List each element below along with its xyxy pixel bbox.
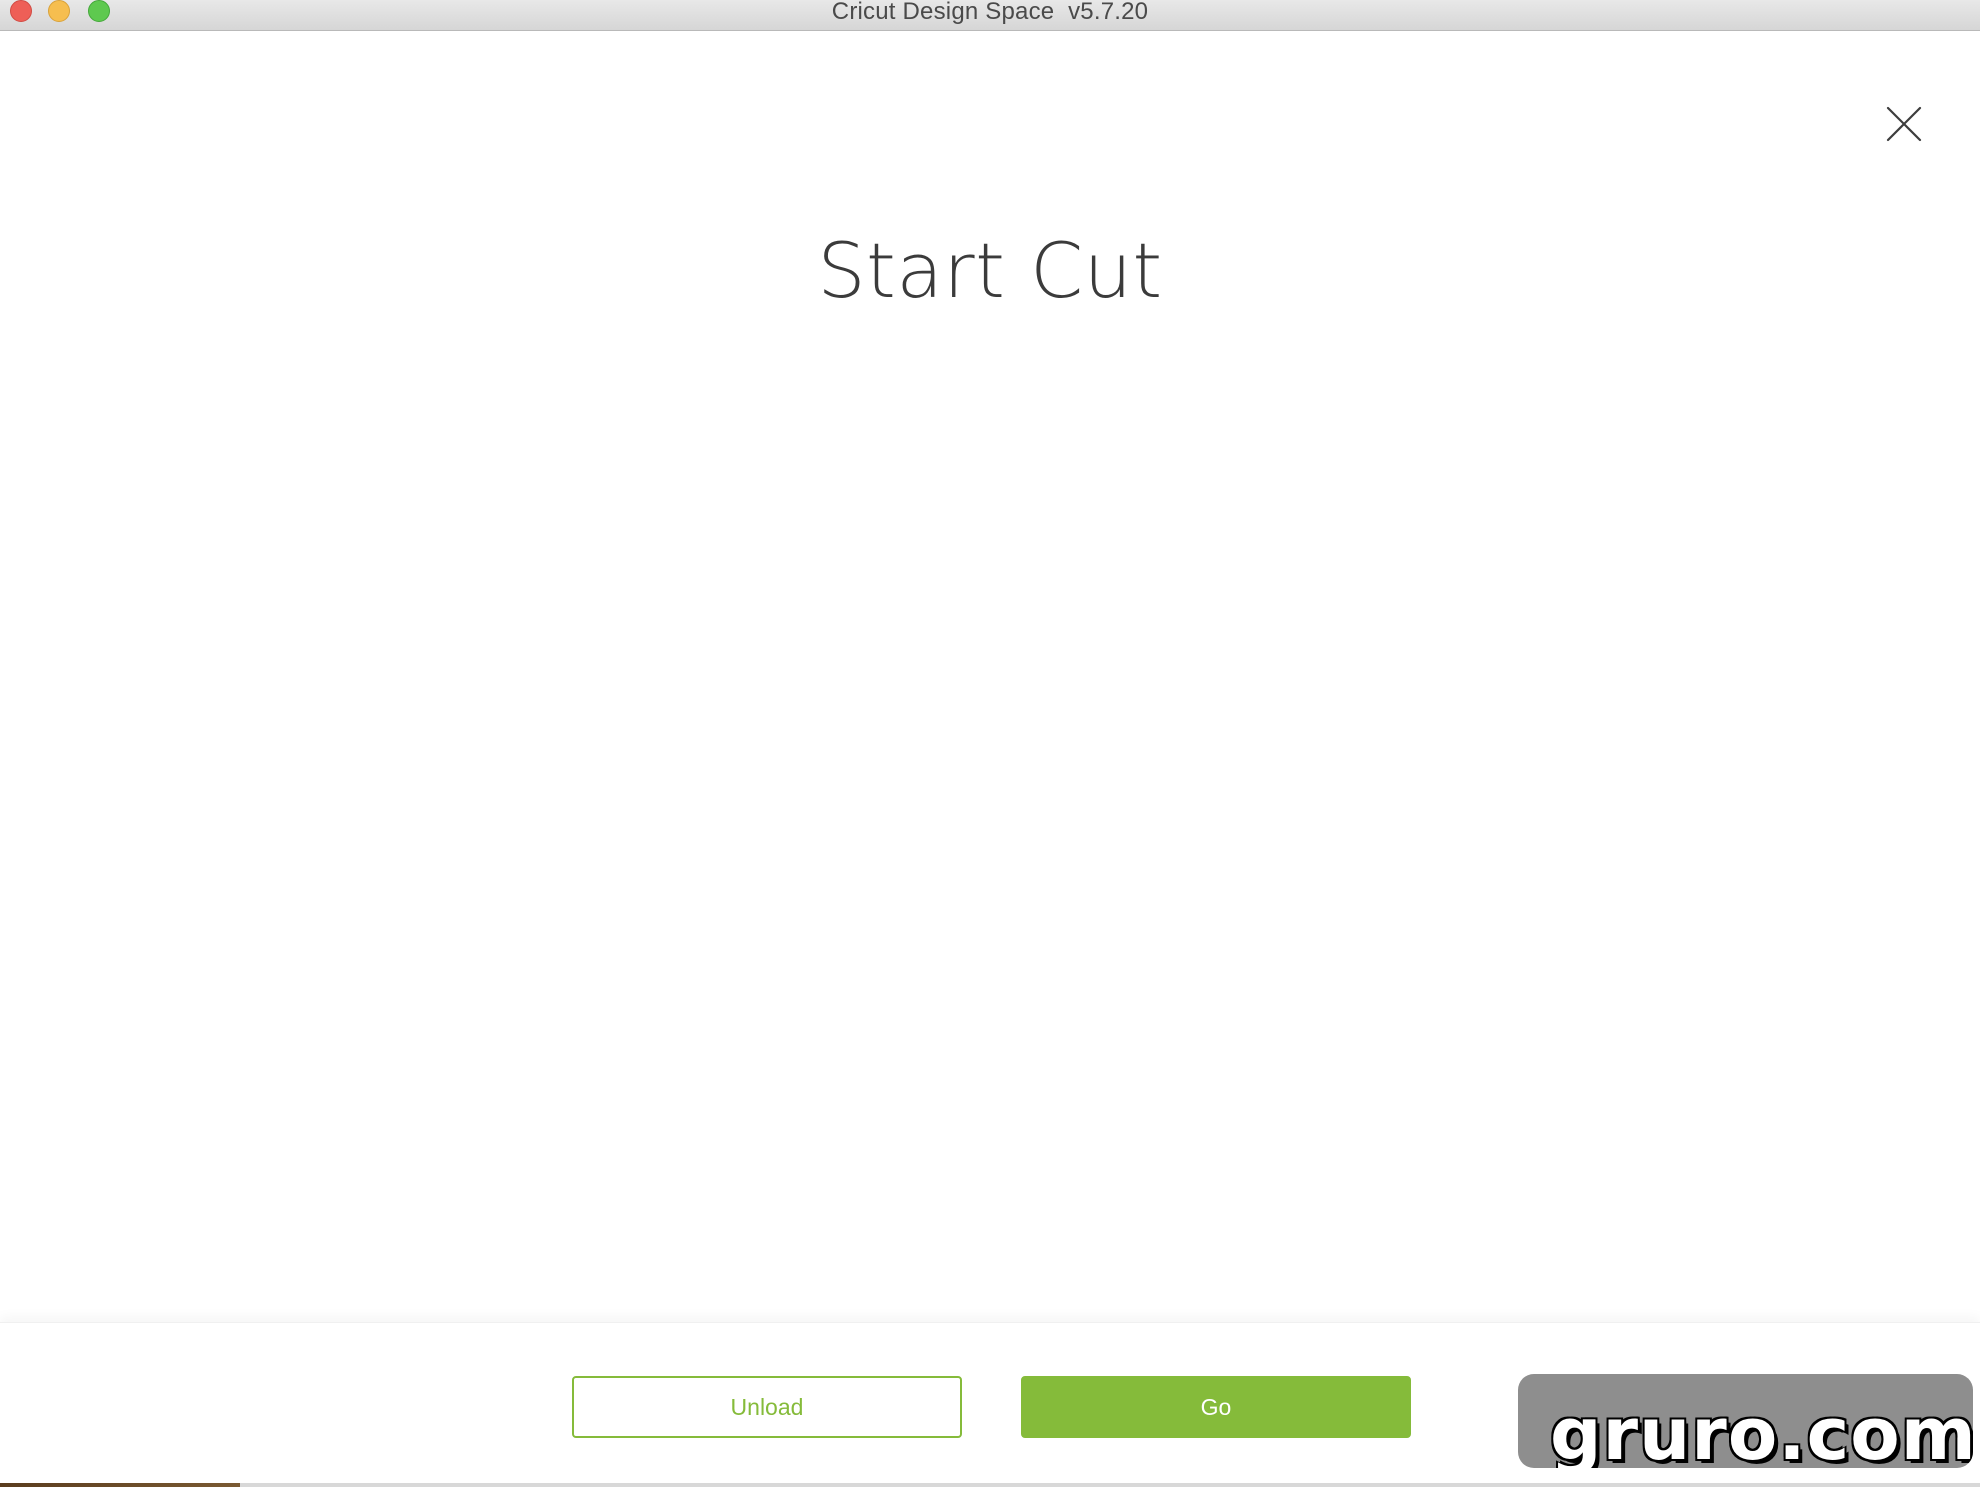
close-button[interactable]: [1886, 106, 1922, 142]
watermark-badge: gruro.com: [1518, 1374, 1973, 1468]
unload-button[interactable]: Unload: [572, 1376, 962, 1438]
window-title: Cricut Design Space v5.7.20: [831, 0, 1149, 25]
watermark-text: gruro.com: [1550, 1392, 1973, 1468]
close-icon: [1886, 106, 1922, 142]
title-bar: Cricut Design Space v5.7.20: [0, 0, 1980, 31]
desktop-edge: [0, 1483, 1980, 1487]
go-button[interactable]: Go: [1021, 1376, 1411, 1438]
app-window: Cricut Design Space v5.7.20 Start Cut Un…: [0, 0, 1980, 1487]
page-title: Start Cut: [817, 226, 1163, 315]
